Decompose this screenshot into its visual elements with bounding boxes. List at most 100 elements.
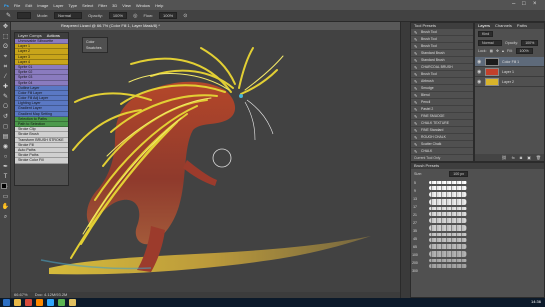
- brush-preset-picker[interactable]: [17, 12, 32, 19]
- chrome-icon[interactable]: [58, 299, 65, 306]
- brush-stroke-preview[interactable]: [429, 233, 467, 236]
- brush-tool-icon[interactable]: ✎: [1, 93, 10, 102]
- menu-image[interactable]: Image: [37, 3, 48, 8]
- healing-brush-icon[interactable]: ✚: [1, 83, 10, 92]
- document-tab[interactable]: Reapered Lizard @ 66.7% (Color Fill 1, L…: [11, 22, 400, 30]
- menu-help[interactable]: Help: [155, 3, 163, 8]
- move-tool-icon[interactable]: ✥: [1, 23, 10, 32]
- tool-preset-item[interactable]: Brush Tool: [411, 36, 473, 43]
- minimize-icon[interactable]: –: [512, 1, 515, 7]
- menu-select[interactable]: Select: [82, 3, 93, 8]
- menu-edit[interactable]: Edit: [25, 3, 32, 8]
- add-mask-icon[interactable]: ◙: [520, 155, 522, 160]
- media-icon[interactable]: [36, 299, 43, 306]
- layer-row[interactable]: ◉ Layer 2: [475, 77, 544, 87]
- pen-tool-icon[interactable]: ✒: [1, 163, 10, 172]
- tab-channels[interactable]: Channels: [495, 23, 512, 29]
- zoom-level[interactable]: 66.67%: [14, 292, 28, 297]
- brush-stroke-preview[interactable]: [429, 251, 467, 257]
- tool-preset-item[interactable]: Smudge: [411, 85, 473, 92]
- mode-select[interactable]: Normal: [54, 12, 83, 19]
- folder-icon[interactable]: [69, 299, 76, 306]
- new-layer-icon[interactable]: ▣: [527, 155, 531, 160]
- color-menu-item[interactable]: Color: [83, 38, 107, 46]
- brush-stroke-preview[interactable]: [429, 192, 467, 197]
- brush-stroke-preview[interactable]: [429, 207, 467, 210]
- visibility-eye-icon[interactable]: ◉: [477, 59, 482, 65]
- fx-icon[interactable]: fx: [512, 155, 515, 160]
- brush-stroke-preview[interactable]: [429, 238, 467, 242]
- current-tool-only-checkbox[interactable]: Current Tool Only: [411, 155, 473, 161]
- dodge-tool-icon[interactable]: ○: [1, 153, 10, 162]
- canvas[interactable]: [11, 30, 400, 292]
- menu-layer[interactable]: Layer: [53, 3, 63, 8]
- brush-stroke-preview[interactable]: [429, 186, 467, 190]
- opacity-field[interactable]: 100%: [108, 12, 128, 19]
- shape-tool-icon[interactable]: ▭: [1, 193, 10, 202]
- tab-layers[interactable]: Layers: [478, 23, 490, 29]
- tool-preset-item[interactable]: Scatter Chalk: [411, 141, 473, 148]
- layer-opacity-field[interactable]: 100%: [521, 40, 539, 46]
- foreground-color-swatch[interactable]: [1, 183, 7, 189]
- brush-stroke-preview[interactable]: [429, 218, 467, 223]
- type-tool-icon[interactable]: T: [1, 173, 10, 182]
- blend-mode-select[interactable]: Normal: [478, 40, 502, 46]
- history-brush-icon[interactable]: ↺: [1, 113, 10, 122]
- clone-stamp-icon[interactable]: ⎔: [1, 103, 10, 112]
- delete-layer-icon[interactable]: 🗑︎: [536, 155, 541, 160]
- brush-stroke-preview[interactable]: [429, 259, 467, 262]
- gradient-tool-icon[interactable]: ▤: [1, 133, 10, 142]
- lock-pixels-icon[interactable]: ▦: [490, 49, 493, 53]
- eyedropper-icon[interactable]: ⁄: [1, 73, 10, 82]
- maximize-icon[interactable]: □: [522, 1, 526, 7]
- kind-filter-select[interactable]: Kind: [478, 31, 494, 37]
- tab-paths[interactable]: Paths: [517, 23, 527, 29]
- windows-start-icon[interactable]: [3, 299, 10, 306]
- photoshop-icon[interactable]: [47, 299, 54, 306]
- brush-tool-icon[interactable]: ✎: [6, 12, 11, 19]
- browser-icon[interactable]: [25, 299, 32, 306]
- marquee-tool-icon[interactable]: ⬚: [1, 33, 10, 42]
- zoom-tool-icon[interactable]: ⌕: [1, 213, 10, 222]
- visibility-eye-icon[interactable]: ◉: [477, 79, 482, 85]
- close-icon[interactable]: ×: [533, 1, 537, 7]
- explorer-icon[interactable]: [14, 299, 21, 306]
- fill-field[interactable]: 100%: [515, 48, 533, 54]
- eraser-tool-icon[interactable]: ◻: [1, 123, 10, 132]
- link-layers-icon[interactable]: ⛓︎: [502, 155, 507, 160]
- tool-preset-item[interactable]: CHALK TEXTURE: [411, 120, 473, 127]
- tool-preset-item[interactable]: Brush Tool: [411, 71, 473, 78]
- tool-preset-item[interactable]: Standard Brush: [411, 50, 473, 57]
- tool-preset-item[interactable]: ROUGH CHALK: [411, 134, 473, 141]
- brush-stroke-preview[interactable]: [429, 212, 467, 216]
- menu-3d[interactable]: 3D: [112, 3, 117, 8]
- menu-filter[interactable]: Filter: [98, 3, 107, 8]
- menu-window[interactable]: Window: [136, 3, 150, 8]
- crop-tool-icon[interactable]: ⌗: [1, 63, 10, 72]
- lock-position-icon[interactable]: ✥: [496, 49, 499, 53]
- brush-stroke-preview[interactable]: [429, 225, 467, 231]
- menu-type[interactable]: Type: [68, 3, 77, 8]
- pressure-icon[interactable]: ⊙: [183, 13, 187, 19]
- lasso-tool-icon[interactable]: ʘ: [1, 43, 10, 52]
- lock-all-icon[interactable]: 🔒︎: [502, 49, 504, 53]
- swatches-menu-item[interactable]: Swatches: [83, 46, 107, 50]
- tool-preset-item[interactable]: Pastel 2: [411, 106, 473, 113]
- tool-preset-item[interactable]: Brush Tool: [411, 29, 473, 36]
- brush-stroke-preview[interactable]: [429, 181, 467, 184]
- flow-field[interactable]: 100%: [159, 12, 178, 19]
- airbrush-icon[interactable]: ◎: [133, 13, 137, 19]
- tool-preset-item[interactable]: Airbrush: [411, 78, 473, 85]
- tool-preset-item[interactable]: FINE SMUDGE: [411, 113, 473, 120]
- menu-file[interactable]: File: [14, 3, 20, 8]
- action-item[interactable]: Stroke Color Fill: [15, 158, 68, 164]
- layer-row[interactable]: ◉ Color Fill 1: [475, 57, 544, 67]
- tool-preset-item[interactable]: CHALK: [411, 148, 473, 155]
- blur-tool-icon[interactable]: ◉: [1, 143, 10, 152]
- brush-stroke-preview[interactable]: [429, 199, 467, 205]
- brush-size-field[interactable]: 100 px: [449, 171, 468, 177]
- tool-preset-item[interactable]: Pencil: [411, 99, 473, 106]
- layer-row[interactable]: ◉ Layer 1: [475, 67, 544, 77]
- menu-view[interactable]: View: [122, 3, 131, 8]
- hand-tool-icon[interactable]: ✋: [1, 203, 10, 212]
